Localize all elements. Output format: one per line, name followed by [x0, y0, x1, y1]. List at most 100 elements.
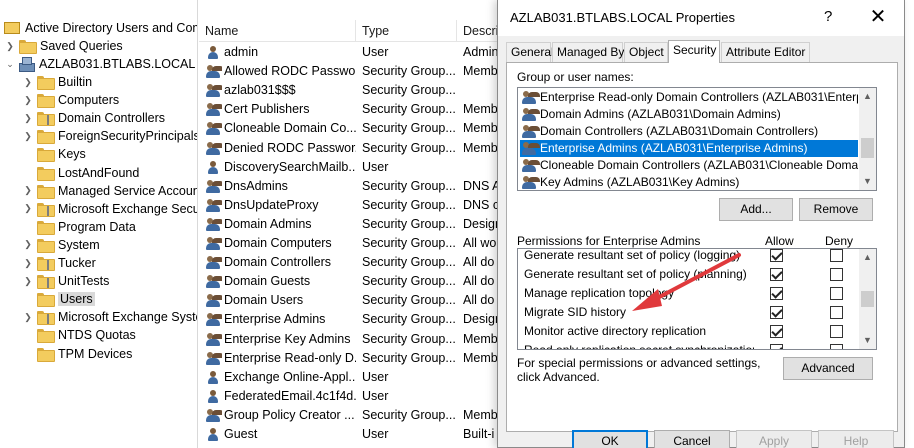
list-row[interactable]: DnsAdmins Security Group... DNS A: [199, 177, 499, 196]
tree-item-users[interactable]: Users: [22, 290, 95, 308]
principals-listbox[interactable]: Enterprise Read-only Domain Controllers …: [517, 87, 877, 191]
deny-checkbox[interactable]: [830, 325, 843, 338]
list-row[interactable]: Denied RODC Passwor... Security Group... M…: [199, 139, 499, 158]
scroll-down-icon[interactable]: ▼: [859, 332, 876, 349]
scroll-thumb[interactable]: [861, 291, 874, 307]
deny-checkbox[interactable]: [830, 344, 843, 349]
tree-item-ntds-quotas[interactable]: NTDS Quotas: [22, 326, 136, 344]
advanced-button[interactable]: Advanced: [783, 357, 873, 380]
expand-chevron-icon[interactable]: ❯: [22, 95, 34, 106]
tree-item-microsoft-exchange-secu[interactable]: ❯ Microsoft Exchange Secu: [22, 200, 197, 218]
deny-checkbox[interactable]: [830, 249, 843, 262]
collapse-chevron-icon[interactable]: ⌄: [4, 59, 16, 70]
ok-button[interactable]: OK: [572, 430, 648, 448]
column-header-name[interactable]: Name: [199, 20, 356, 42]
list-row[interactable]: azlab031$$$ Security Group...: [199, 81, 499, 100]
tab-managed-by[interactable]: Managed By: [552, 42, 624, 62]
tree-item-program-data[interactable]: Program Data: [22, 218, 136, 236]
allow-checkbox[interactable]: [770, 344, 783, 349]
tree-item-unittests[interactable]: ❯ UnitTests: [22, 272, 109, 290]
deny-checkbox[interactable]: [830, 306, 843, 319]
list-row[interactable]: Exchange Online-Appl... User: [199, 368, 499, 387]
principals-scrollbar[interactable]: ▲ ▼: [859, 88, 876, 190]
principal-item[interactable]: Domain Admins (AZLAB031\Domain Admins): [520, 106, 858, 123]
list-row[interactable]: Domain Guests Security Group... All do: [199, 272, 499, 291]
expand-chevron-icon[interactable]: ❯: [22, 239, 34, 250]
list-row[interactable]: Cloneable Domain Co... Security Group... M…: [199, 119, 499, 138]
list-row[interactable]: DiscoverySearchMailb... User: [199, 158, 499, 177]
cell-name: Domain Admins: [224, 216, 312, 231]
expand-chevron-icon[interactable]: ❯: [22, 185, 34, 196]
expand-chevron-icon[interactable]: ❯: [22, 276, 34, 287]
tree-item-tpm-devices[interactable]: TPM Devices: [22, 345, 132, 363]
allow-checkbox[interactable]: [770, 287, 783, 300]
principal-item[interactable]: Cloneable Domain Controllers (AZLAB031\C…: [520, 157, 858, 174]
principal-item[interactable]: Key Admins (AZLAB031\Key Admins): [520, 174, 858, 190]
list-row[interactable]: Domain Users Security Group... All do: [199, 291, 499, 310]
list-row[interactable]: Guest User Built-i: [199, 425, 499, 444]
list-row[interactable]: Enterprise Read-only D... Security Group.…: [199, 349, 499, 368]
expand-chevron-icon[interactable]: ❯: [22, 203, 34, 214]
list-row[interactable]: Enterprise Admins Security Group... Design: [199, 310, 499, 329]
list-row[interactable]: Domain Admins Security Group... Design: [199, 215, 499, 234]
close-icon[interactable]: ✕: [866, 4, 890, 29]
column-header-type[interactable]: Type: [356, 20, 457, 42]
allow-checkbox[interactable]: [770, 268, 783, 281]
tab-attribute-editor[interactable]: Attribute Editor: [721, 42, 810, 62]
tree-item-computers[interactable]: ❯ Computers: [22, 91, 119, 109]
tree-item-builtin[interactable]: ❯ Builtin: [22, 73, 92, 91]
tree-item-lostandfound[interactable]: LostAndFound: [22, 164, 139, 182]
tab-object[interactable]: Object: [624, 42, 668, 62]
add-button[interactable]: Add...: [719, 198, 793, 221]
tab-general[interactable]: General: [506, 42, 554, 62]
expand-chevron-icon[interactable]: ❯: [22, 113, 34, 124]
permissions-scrollbar[interactable]: ▲ ▼: [859, 249, 876, 349]
scroll-down-icon[interactable]: ▼: [859, 173, 876, 190]
cell-type: Security Group...: [362, 236, 456, 250]
list-row[interactable]: Enterprise Key Admins Security Group... Me…: [199, 330, 499, 349]
list-row[interactable]: Allowed RODC Passwo... Security Group... M…: [199, 62, 499, 81]
deny-checkbox[interactable]: [830, 287, 843, 300]
apply-button[interactable]: Apply: [736, 430, 812, 448]
tree-item-managed-service-accoun[interactable]: ❯ Managed Service Accoun: [22, 182, 197, 200]
list-row[interactable]: FederatedEmail.4c1f4d... User: [199, 387, 499, 406]
scroll-thumb[interactable]: [861, 138, 874, 158]
tree-item-keys[interactable]: Keys: [22, 145, 86, 163]
expand-chevron-icon[interactable]: ❯: [22, 258, 34, 269]
expand-chevron-icon[interactable]: ❯: [22, 312, 34, 323]
folder-icon: [37, 275, 55, 290]
scroll-up-icon[interactable]: ▲: [859, 88, 876, 105]
help-icon[interactable]: ?: [824, 8, 832, 25]
scroll-up-icon[interactable]: ▲: [859, 249, 876, 266]
allow-checkbox[interactable]: [770, 249, 783, 262]
help-button[interactable]: Help: [818, 430, 894, 448]
principal-item[interactable]: Domain Controllers (AZLAB031\Domain Cont…: [520, 123, 858, 140]
tab-security[interactable]: Security: [668, 40, 720, 63]
list-row[interactable]: Domain Controllers Security Group... All d…: [199, 253, 499, 272]
permissions-listbox[interactable]: Generate resultant set of policy (loggin…: [517, 248, 877, 350]
list-row[interactable]: Cert Publishers Security Group... Memb: [199, 100, 499, 119]
principal-item[interactable]: Enterprise Admins (AZLAB031\Enterprise A…: [520, 140, 858, 157]
tree-item-tucker[interactable]: ❯ Tucker: [22, 254, 96, 272]
list-row[interactable]: DnsUpdateProxy Security Group... DNS c: [199, 196, 499, 215]
cancel-button[interactable]: Cancel: [654, 430, 730, 448]
list-row[interactable]: Domain Computers Security Group... All wo: [199, 234, 499, 253]
principal-item[interactable]: Enterprise Read-only Domain Controllers …: [520, 89, 858, 106]
expand-chevron-icon[interactable]: ❯: [22, 131, 34, 142]
deny-checkbox[interactable]: [830, 268, 843, 281]
expand-chevron-icon[interactable]: ❯: [4, 41, 16, 52]
tree-item-microsoft-exchange-syste[interactable]: ❯ Microsoft Exchange Syste: [22, 308, 197, 326]
allow-checkbox[interactable]: [770, 325, 783, 338]
list-row[interactable]: Group Policy Creator ... Security Group..…: [199, 406, 499, 425]
tree-item-system[interactable]: ❯ System: [22, 236, 100, 254]
tree-item-domain[interactable]: ⌄ AZLAB031.BTLABS.LOCAL: [4, 55, 195, 73]
tree-item-foreignsecurityprincipals[interactable]: ❯ ForeignSecurityPrincipals: [22, 127, 197, 145]
tree-root[interactable]: Active Directory Users and Com: [4, 19, 197, 37]
tree-item-domain-controllers[interactable]: ❯ Domain Controllers: [22, 109, 165, 127]
list-row[interactable]: admin User Admin: [199, 43, 499, 62]
expand-chevron-icon[interactable]: ❯: [22, 77, 34, 88]
remove-button[interactable]: Remove: [799, 198, 873, 221]
tree-item-saved-queries[interactable]: ❯ Saved Queries: [4, 37, 123, 55]
column-header-description[interactable]: Descri: [457, 20, 499, 42]
allow-checkbox[interactable]: [770, 306, 783, 319]
